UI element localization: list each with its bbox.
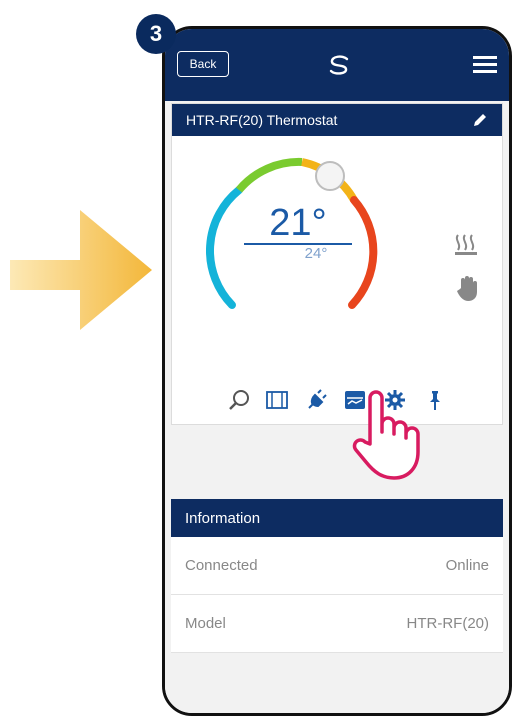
information-header: Information: [171, 499, 503, 537]
salus-logo-icon[interactable]: [325, 53, 353, 77]
info-row-connected: Connected Online: [171, 537, 503, 595]
info-row-value: Online: [445, 557, 489, 574]
info-row-label: Model: [185, 615, 226, 632]
info-row-label: Connected: [185, 557, 258, 574]
set-temperature: 24°: [304, 245, 328, 262]
device-toolbar: [172, 389, 502, 417]
app-bar: Back: [165, 29, 509, 101]
step-badge: 3: [136, 14, 176, 54]
content-area: HTR-RF(20) Thermostat 21° 24° Informatio…: [165, 101, 509, 713]
plug-icon[interactable]: [306, 389, 328, 411]
info-row-value: HTR-RF(20): [406, 615, 490, 632]
right-arrow-icon: [10, 210, 152, 330]
thermostat-card: HTR-RF(20) Thermostat 21° 24°: [171, 103, 503, 425]
tap-pointer-icon: [352, 390, 420, 480]
manual-hand-icon: [457, 276, 477, 301]
phone-frame: Back HTR-RF(20) Thermostat 21° 24° Infor…: [162, 26, 512, 716]
thermostat-header: HTR-RF(20) Thermostat: [172, 104, 502, 136]
window-icon[interactable]: [266, 389, 288, 411]
heating-icon: [455, 234, 477, 255]
hamburger-icon[interactable]: [473, 55, 497, 73]
current-temperature: 21°: [269, 202, 327, 244]
search-view-icon[interactable]: [228, 389, 250, 411]
thermostat-title: HTR-RF(20) Thermostat: [186, 112, 338, 128]
edit-pencil-icon[interactable]: [472, 112, 488, 128]
info-row-model: Model HTR-RF(20): [171, 595, 503, 653]
back-button[interactable]: Back: [177, 51, 229, 77]
